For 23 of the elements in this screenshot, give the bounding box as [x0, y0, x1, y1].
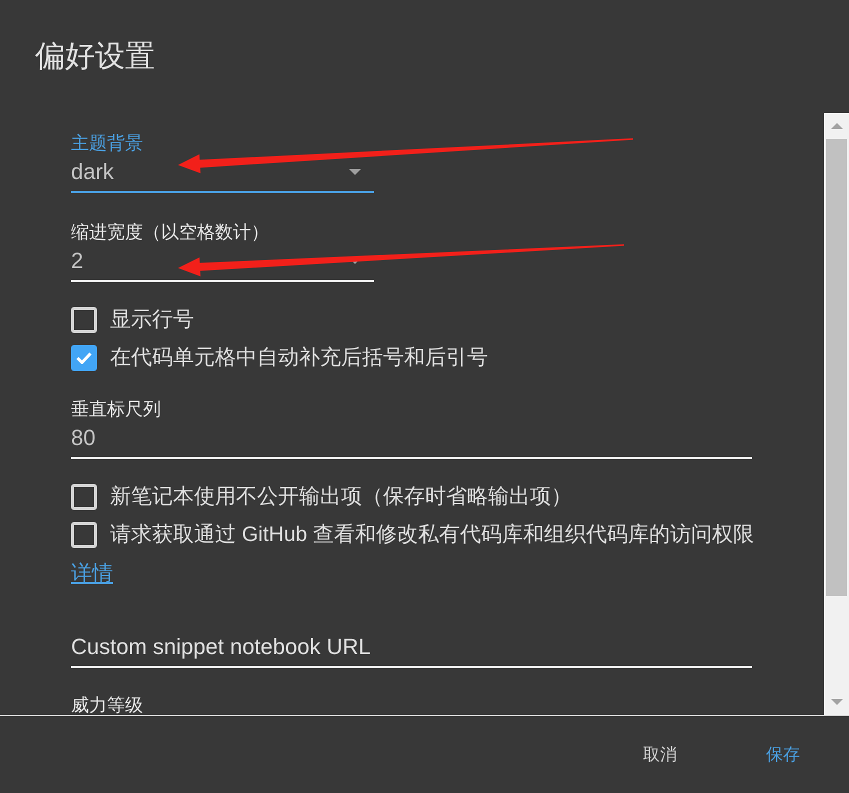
- checkbox[interactable]: [71, 345, 97, 371]
- caret-down-icon: [349, 169, 361, 175]
- input-field[interactable]: 80: [71, 419, 752, 459]
- field-label: 垂直标尺列: [71, 399, 161, 419]
- checkbox-label[interactable]: 显示行号: [110, 308, 194, 332]
- details-link[interactable]: 详情: [71, 562, 113, 585]
- checkbox-label[interactable]: 新笔记本使用不公开输出项（保存时省略输出项）: [110, 485, 572, 509]
- scrollbar-thumb[interactable]: [826, 139, 847, 596]
- caret-up-icon: [830, 123, 842, 129]
- field-label: 缩进宽度（以空格数计）: [71, 222, 269, 242]
- checkbox[interactable]: [71, 484, 97, 510]
- field-label: 主题背景: [71, 133, 143, 153]
- caret-down-icon: [830, 699, 842, 705]
- save-button[interactable]: 保存: [742, 736, 824, 774]
- checkbox-label[interactable]: 请求获取通过 GitHub 查看和修改私有代码库和组织代码库的访问权限: [110, 523, 754, 547]
- dialog-title: 偏好设置: [35, 39, 155, 75]
- field-label: 威力等级: [71, 695, 143, 715]
- input-field[interactable]: Custom snippet notebook URL: [71, 628, 752, 668]
- checkbox[interactable]: [71, 307, 97, 333]
- checkbox[interactable]: [71, 522, 97, 548]
- cancel-button[interactable]: 取消: [619, 736, 701, 774]
- checkbox-label[interactable]: 在代码单元格中自动补充后括号和后引号: [110, 346, 488, 370]
- check-icon: [76, 352, 92, 364]
